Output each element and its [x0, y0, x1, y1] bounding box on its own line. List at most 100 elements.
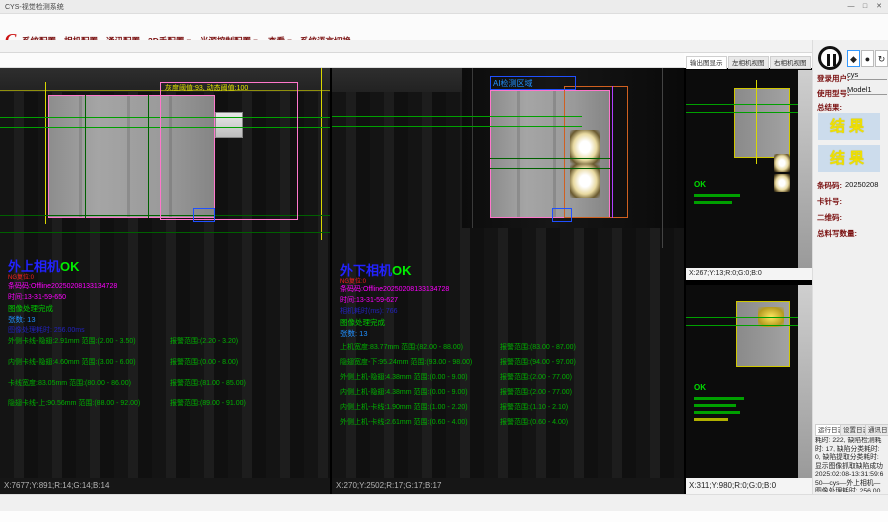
- mini-text-row: [694, 404, 736, 407]
- pause-bar: [833, 54, 836, 66]
- preview-tab-left-cam[interactable]: 左相机视图: [728, 56, 769, 69]
- camera-view-lower[interactable]: AI检测区域 外下相机OK NG复位:0 条码码:Offline20250208…: [332, 68, 684, 478]
- pause-button[interactable]: [818, 46, 842, 70]
- measurement-text: 隐翅卡线-上:90.56mm 范围:(88.00 - 92.00): [8, 398, 140, 408]
- measurement-text: 外侧上机-隐翅:4.38mm 范围:(0.00 - 9.00): [340, 372, 468, 382]
- mini-text-row: [694, 194, 740, 197]
- overlay-line: [472, 68, 473, 228]
- camera-time: 相机耗时(ms): 766: [340, 306, 398, 316]
- overlay-line: [85, 95, 86, 218]
- minimize-icon[interactable]: —: [844, 1, 858, 13]
- overlay-line: [756, 80, 757, 164]
- total-result-label: 总结果:: [817, 102, 842, 113]
- time-line: 时间:13-31-59-650: [8, 292, 66, 302]
- overlay-line: [490, 158, 610, 159]
- mini-product-block: [734, 88, 790, 158]
- overlay-line: [332, 116, 582, 117]
- block-stripe: [553, 91, 556, 217]
- frame-count: 张数: 13: [340, 328, 368, 339]
- preview2-coords: X:311;Y:980;R:0;G:0;B:0: [686, 478, 812, 494]
- glow-element: [570, 164, 600, 198]
- overlay-line: [686, 112, 798, 113]
- status-bar: 心跳信号 相机连接 通讯连接 Cpu: 0.0% Memory: 3424.41…: [0, 494, 888, 511]
- preview-panel-2[interactable]: OK: [686, 285, 812, 478]
- measurement-alarm: 报警范围:(0.60 - 4.00): [500, 417, 568, 427]
- barcode-label: 条码码:: [817, 180, 842, 191]
- ng-reset-line: NG复位:0: [8, 272, 34, 281]
- measurement-text: 内侧上机-隐翅:4.38mm 范围:(0.00 - 9.00): [340, 387, 468, 397]
- preview-tab-output[interactable]: 输出图显示: [686, 56, 727, 69]
- block-stripe: [127, 96, 130, 217]
- preview1-coords: X:267;Y:13;R:0;G:0;B:0: [686, 268, 812, 280]
- roi-box-small: [193, 208, 215, 222]
- window-title: CYS-视觉检测系统: [5, 2, 64, 12]
- measurement-text: 隐翅宽度-下:95.24mm 范围:(93.00 - 98.00): [340, 357, 472, 367]
- overlay-line: [686, 325, 798, 326]
- result-ok: OK: [392, 263, 412, 278]
- measurement-alarm: 报警范围:(0.00 - 8.00): [170, 357, 238, 367]
- log-tab-comm[interactable]: 通讯日志: [865, 424, 888, 436]
- block-stripe: [517, 91, 520, 217]
- refresh-button[interactable]: ↻: [875, 50, 888, 67]
- mini-text-row: [694, 418, 728, 421]
- measurement-text: 外侧上机-卡线:2.61mm 范围:(0.60 - 4.00): [340, 417, 468, 427]
- roi-box: [160, 82, 298, 220]
- measurement-text: 内侧卡线-隐翅:4.60mm 范围:(3.00 - 6.00): [8, 357, 136, 367]
- overlay-line: [686, 317, 798, 318]
- camera-view-upper[interactable]: 灰度阈值:93, 动态阈值:100 外上相机OK NG复位:0 条码码:Offl…: [0, 68, 330, 478]
- mini-bright-strip: [798, 285, 812, 478]
- roi-box-small: [552, 208, 572, 222]
- barcode-value: 20250208: [845, 180, 878, 189]
- mini-result-ok: OK: [694, 180, 706, 189]
- overlay-line: [148, 95, 149, 218]
- frame-count: 张数: 13: [8, 314, 36, 325]
- title-bar: CYS-视觉检测系统 — □ ✕: [0, 0, 888, 14]
- toolbar: 相机配置 AI使用配置 相机调试 离线设置 点检设置 ▾ 图像处理 ▾ 基准线参…: [0, 53, 684, 68]
- measurement-text: 上机宽度:83.77mm 范围:(82.00 - 88.00): [340, 342, 463, 352]
- result-ok: OK: [60, 259, 80, 274]
- overlay-line: [0, 232, 330, 233]
- preview-tab-right-cam[interactable]: 右相机视图: [770, 56, 811, 69]
- glow-element: [774, 154, 790, 172]
- mini-text-row: [694, 397, 744, 400]
- overlay-line: [45, 82, 46, 224]
- measurement-text: 内侧上机-卡线:1.90mm 范围:(1.00 - 2.20): [340, 402, 468, 412]
- right-view-coords: X:270;Y:2502;R:17;G:17;B:17: [332, 478, 684, 494]
- mini-text-row: [694, 201, 732, 204]
- model-field[interactable]: [847, 85, 887, 95]
- mini-bright-strip: [798, 70, 812, 268]
- user-button[interactable]: ◆: [847, 50, 860, 67]
- block-stripe: [79, 96, 82, 217]
- tab-row: 运行图像: [0, 40, 888, 53]
- maximize-icon[interactable]: □: [858, 1, 872, 13]
- process-done: 图像处理完成: [340, 317, 385, 328]
- measurement-alarm: 报警范围:(94.00 - 97.00): [500, 357, 576, 367]
- measurement-alarm: 报警范围:(89.00 - 91.00): [170, 398, 246, 408]
- app-window: CYS-视觉检测系统 — □ ✕ C 系统配置 相机配置 通讯配置 3D手配置 …: [0, 0, 888, 522]
- overlay-line: [490, 168, 610, 169]
- measurement-text: 外侧卡线-隐翅:2.91mm 范围:(2.00 - 3.50): [8, 336, 136, 346]
- login-user-field[interactable]: [847, 70, 887, 80]
- left-view-coords: X:7677;Y:891;R:14;G:14;B:14: [0, 478, 330, 494]
- qr-code-label: 二维码:: [817, 212, 842, 223]
- barcode-line: 条码码:Offline20250208133134728: [340, 284, 449, 294]
- measurement-alarm: 报警范围:(2.00 - 77.00): [500, 372, 572, 382]
- mini-result-ok: OK: [694, 383, 706, 392]
- time-line: 时间:13-31-59-627: [340, 295, 398, 305]
- overlay-line: [612, 86, 613, 218]
- result-box-lower: 结果: [818, 145, 880, 172]
- total-count-label: 总料写数量:: [817, 228, 857, 239]
- result-box-upper: 结果: [818, 113, 880, 140]
- overlay-line: [686, 104, 798, 105]
- model-label: 使用型号:: [817, 88, 850, 99]
- menu-bar: C 系统配置 相机配置 通讯配置 3D手配置 ▾ 光源控制配置 ▾ 查看 ▾ 系…: [0, 14, 888, 40]
- preview-panel-1[interactable]: OK: [686, 70, 812, 268]
- glow-element: [774, 174, 790, 192]
- pause-bar: [827, 54, 830, 66]
- mini-text-row: [694, 411, 740, 414]
- barcode-line: 条码码:Offline20250208133134728: [8, 281, 117, 291]
- ai-area-label: AI检测区域: [493, 78, 533, 89]
- stop-button[interactable]: ●: [861, 50, 874, 67]
- close-icon[interactable]: ✕: [872, 1, 886, 13]
- log-text[interactable]: 耗时: 222, 缺陷检测耗时: 17, 缺陷分类耗时: 0, 缺陷提取分类耗时…: [815, 437, 885, 492]
